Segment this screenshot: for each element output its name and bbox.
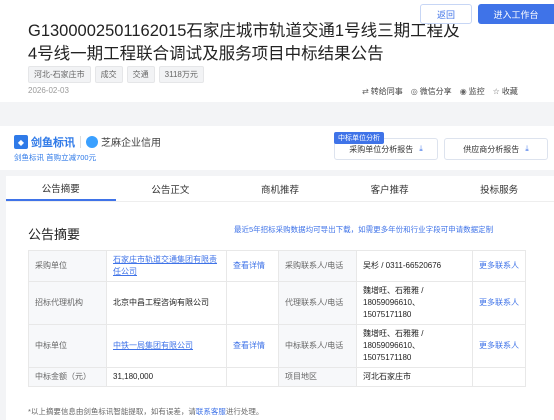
wechat-share-button[interactable]: ◎ 微信分享 [411,86,452,97]
monitor-button[interactable]: ◉ 监控 [460,86,485,97]
footer-note: *以上摘要信息由剑鱼标讯智能提取，如有误差，请联系客服进行处理。 [28,406,263,417]
footer-suffix: 进行处理。 [225,407,264,416]
report-badge: 中标单位分析 [334,132,384,144]
star-icon: ☆ [492,87,500,96]
table-cell: 31,180,000 [106,367,227,387]
table-cell [226,367,279,387]
forward-label: 转给同事 [370,87,403,96]
footer-text: *以上摘要信息由剑鱼标讯智能提取，如有误差，请 [28,407,196,416]
jianyu-logo[interactable]: ◆ 剑鱼标讯 [14,134,75,150]
table-cell: 魏增旺、石雅雅 / 18059096610、15075171180 [356,281,473,325]
supplier-report-button[interactable]: 供应商分析报告 ⤓ [444,138,548,160]
table-cell: 吴杉 / 0311-66520676 [356,250,473,282]
table-cell: 中标单位 [28,324,107,368]
jianyu-name: 剑鱼标讯 [31,137,75,149]
monitor-icon: ◉ [459,87,467,96]
winner-detail-link[interactable]: 查看详情 [226,324,279,368]
favorite-button[interactable]: ☆ 收藏 [493,86,518,97]
summary-panel: 公告摘要 最近5年招标采购数据均可导出下载，如需更多年份和行业字段可申请数据定制… [6,202,554,420]
publish-date: 2026-02-03 [28,86,69,95]
table-cell: 代理联系人/电话 [278,281,357,325]
table-cell: 北京中昌工程咨询有限公司 [106,281,227,325]
action-bar: ⇄ 转给同事 ◎ 微信分享 ◉ 监控 ☆ 收藏 [362,86,518,97]
more-contacts-link[interactable]: 更多联系人 [472,281,526,325]
more-contacts-link[interactable]: 更多联系人 [472,324,526,368]
tab-bid-service[interactable]: 投标服务 [444,176,554,201]
jianyu-icon: ◆ [14,135,28,149]
table-row: 中标单位 中铁一局集团有限公司 查看详情 中标联系人/电话 魏增旺、石雅雅 / … [28,324,526,368]
table-cell: 中标联系人/电话 [278,324,357,368]
monitor-label: 监控 [468,87,485,96]
tab-bar: 公告摘要 公告正文 商机推荐 客户推荐 投标服务 [6,176,554,202]
tab-customers[interactable]: 客户推荐 [335,176,445,201]
divider [80,136,81,148]
download-icon: ⤓ [419,144,423,153]
table-cell: 魏增旺、石雅雅 / 18059096610、15075171180 [356,324,473,368]
wechat-label: 微信分享 [419,87,452,96]
promo-text[interactable]: 剑鱼标讯 首购立减700元 [14,152,96,163]
table-row: 中标金额（元） 31,180,000 项目地区 河北石家庄市 [28,367,526,387]
tag-industry[interactable]: 交通 [126,66,155,83]
zhima-icon [86,135,98,148]
wechat-icon: ◎ [410,87,418,96]
summary-table: 采购单位 石家庄市轨道交通集团有限责任公司 查看详情 采购联系人/电话 吴杉 /… [28,250,526,387]
summary-title: 公告摘要 [28,227,81,242]
table-cell: 采购联系人/电话 [278,250,357,282]
favorite-label: 收藏 [501,87,518,96]
table-row: 招标代理机构 北京中昌工程咨询有限公司 代理联系人/电话 魏增旺、石雅雅 / 1… [28,281,526,325]
forward-icon: ⇄ [362,87,369,96]
table-cell: 中标金额（元） [28,367,107,387]
tag-amount: 3118万元 [158,66,204,83]
table-cell: 采购单位 [28,250,107,282]
table-row: 采购单位 石家庄市轨道交通集团有限责任公司 查看详情 采购联系人/电话 吴杉 /… [28,250,526,282]
forward-button[interactable]: ⇄ 转给同事 [362,86,403,97]
zhima-name: 芝麻企业信用 [101,138,161,149]
buyer-detail-link[interactable]: 查看详情 [226,250,279,282]
table-cell: 招标代理机构 [28,281,107,325]
tag-list: 河北-石家庄市 成交 交通 3118万元 [28,66,204,83]
download-icon: ⤓ [525,144,529,153]
winner-link[interactable]: 中铁一局集团有限公司 [106,324,227,368]
tag-type[interactable]: 成交 [94,66,123,83]
buyer-link[interactable]: 石家庄市轨道交通集团有限责任公司 [106,250,227,282]
tab-fulltext[interactable]: 公告正文 [116,176,226,201]
back-button[interactable]: 返回 [420,4,472,24]
page-title: G1300002501162015石家庄城市轨道交通1号线三期工程及4号线一期工… [28,22,460,63]
data-export-link[interactable]: 最近5年招标采购数据均可导出下载，如需更多年份和行业字段可申请数据定制 [234,224,493,235]
workspace-button[interactable]: 进入工作台 [478,4,554,24]
workspace-label: 进入工作台 [493,9,539,20]
table-cell [472,367,526,387]
supplier-report-label: 供应商分析报告 [463,144,520,154]
contact-support-link[interactable]: 联系客服 [196,407,226,416]
tab-opportunities[interactable]: 商机推荐 [225,176,335,201]
buyer-report-label: 采购单位分析报告 [349,144,414,154]
tag-region[interactable]: 河北-石家庄市 [28,66,91,83]
tab-summary[interactable]: 公告摘要 [6,176,116,201]
table-cell: 项目地区 [278,367,357,387]
table-cell [226,281,279,325]
table-cell: 河北石家庄市 [356,367,473,387]
more-contacts-link[interactable]: 更多联系人 [472,250,526,282]
zhima-logo[interactable]: 芝麻企业信用 [86,134,161,149]
